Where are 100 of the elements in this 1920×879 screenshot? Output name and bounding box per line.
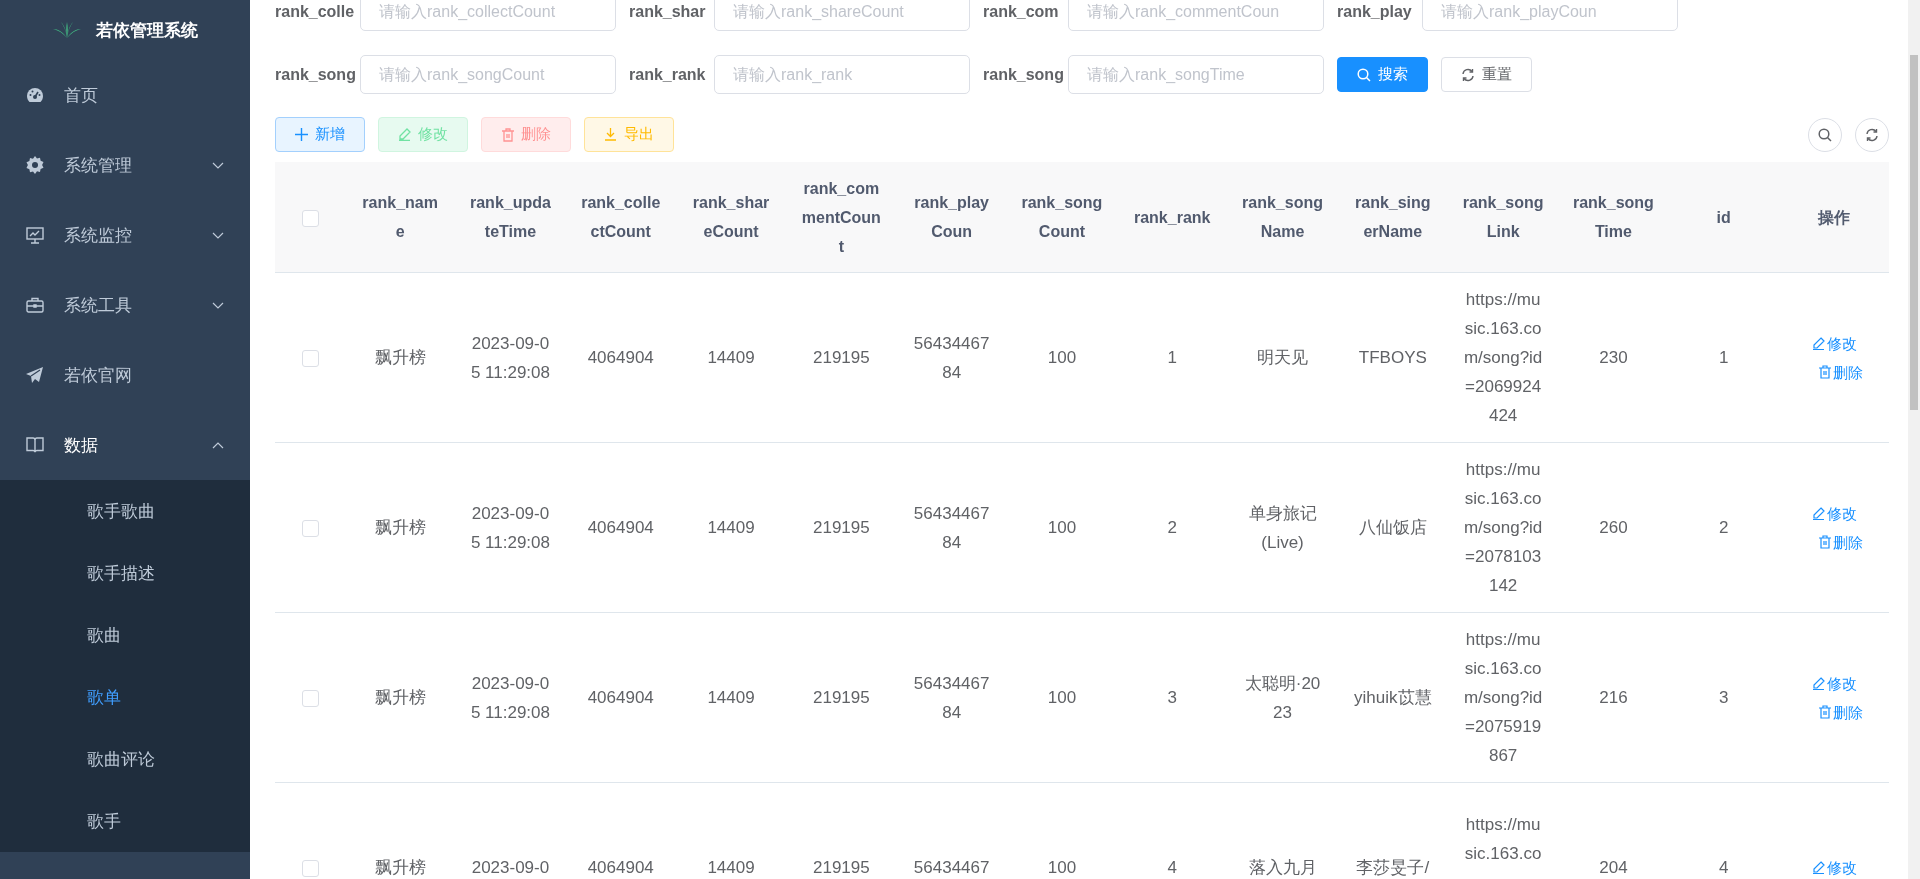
table-cell: https://music.163.com/song?id=2075919867 — [1463, 630, 1543, 765]
pencil-icon — [1811, 506, 1825, 520]
table-cell: 3 — [1167, 688, 1177, 707]
scrollbar[interactable] — [1908, 0, 1920, 879]
field-label: rank_com — [983, 2, 1060, 21]
trash-icon — [1819, 705, 1831, 719]
refresh-icon — [1865, 127, 1879, 142]
trash-icon — [501, 127, 514, 142]
search-toggle-button[interactable] — [1808, 117, 1842, 152]
add-button[interactable]: 新增 — [275, 117, 365, 152]
menu-item[interactable]: 若依官网 — [0, 340, 250, 410]
search-field[interactable]: 请输入rank_songTime — [1068, 55, 1324, 94]
trash-icon — [1819, 365, 1831, 379]
monitor-icon — [26, 226, 44, 244]
edit-link[interactable]: 修改 — [1811, 503, 1857, 523]
table-cell: 219195 — [812, 688, 870, 707]
table-cell: 3 — [1718, 688, 1729, 707]
field-label: rank_song — [983, 65, 1065, 84]
menu-item[interactable]: 系统监控 — [0, 200, 250, 270]
pencil-icon — [1811, 336, 1825, 350]
table-cell: 219195 — [812, 348, 870, 367]
submenu-item[interactable]: 歌曲评论 — [0, 728, 250, 790]
search-icon — [1357, 67, 1371, 82]
column-header: 操作 — [1778, 162, 1890, 273]
column-header: rank_songLink — [1447, 162, 1559, 273]
table-cell: yihuik苡慧 — [1354, 688, 1432, 707]
edit-link[interactable]: 修改 — [1811, 673, 1857, 693]
field-label: rank_colle — [275, 2, 356, 21]
table-cell: 230 — [1599, 348, 1628, 367]
table-cell: 5643446784 — [913, 333, 990, 382]
submenu-item[interactable]: 歌手描述 — [0, 542, 250, 604]
menu-item[interactable]: 系统工具 — [0, 270, 250, 340]
dashboard-icon — [26, 87, 44, 103]
search-field[interactable]: 请输入rank_collectCount — [360, 0, 616, 31]
gear-icon — [26, 156, 44, 174]
table-cell: 219195 — [812, 858, 870, 877]
table-cell: https://music.163.co — [1464, 814, 1542, 863]
table-cell: 4 — [1167, 858, 1177, 877]
search-button[interactable]: 搜索 — [1337, 57, 1428, 92]
checkbox[interactable] — [301, 860, 319, 877]
search-field[interactable]: 请输入rank_songCount — [360, 55, 616, 94]
delete-link[interactable]: 删除 — [1819, 362, 1863, 382]
column-header: id — [1668, 162, 1779, 273]
search-field[interactable]: 请输入rank_rank — [714, 55, 970, 94]
paper-plane-icon — [26, 366, 44, 384]
submenu-item[interactable]: 歌单 — [0, 666, 250, 728]
table-cell: 2023-09-05 11:29:08 — [470, 673, 550, 722]
refresh-button[interactable] — [1855, 117, 1889, 152]
search-field[interactable]: 请输入rank_commentCoun — [1068, 0, 1324, 31]
trash-icon — [1819, 535, 1831, 549]
column-header: rank_commentCount — [786, 162, 897, 273]
column-header: rank_name — [345, 162, 456, 273]
search-field[interactable]: 请输入rank_playCoun — [1422, 0, 1678, 31]
table-cell: 4064904 — [587, 858, 654, 877]
column-header: rank_playCoun — [896, 162, 1007, 273]
table-cell: 14409 — [707, 688, 755, 707]
column-header: rank_collectCount — [565, 162, 676, 273]
edit-link[interactable]: 修改 — [1811, 333, 1857, 353]
table-cell: 56434467 — [913, 858, 990, 877]
plus-icon — [295, 128, 308, 141]
checkbox[interactable] — [301, 520, 319, 537]
checkbox[interactable] — [301, 209, 319, 227]
submenu-item[interactable]: 歌手 — [0, 790, 250, 852]
briefcase-icon — [26, 297, 44, 313]
table-cell: 明天见 — [1257, 348, 1308, 367]
reset-button[interactable]: 重置 — [1441, 57, 1532, 92]
menu-item[interactable]: 数据 — [0, 410, 250, 480]
field-label: rank_play — [1337, 2, 1413, 21]
delete-link[interactable]: 删除 — [1819, 702, 1863, 722]
search-icon — [1818, 127, 1832, 142]
delete-link[interactable]: 删除 — [1819, 532, 1863, 552]
table-cell: 1 — [1167, 348, 1177, 367]
edit-link[interactable]: 修改 — [1811, 858, 1857, 877]
menu-item[interactable]: 系统管理 — [0, 130, 250, 200]
table-cell: 单身旅记(Live) — [1248, 503, 1317, 552]
pencil-icon — [1811, 676, 1825, 690]
table-cell: 100 — [1047, 518, 1077, 537]
column-header: rank_rank — [1117, 162, 1228, 273]
table-cell: 太聪明·2023 — [1244, 673, 1321, 722]
field-label: rank_song — [275, 65, 357, 84]
pencil-icon — [1811, 861, 1825, 874]
column-header: rank_updateTime — [455, 162, 566, 273]
app-title: 若依管理系统 — [96, 19, 198, 42]
table-cell: 5643446784 — [913, 503, 990, 552]
checkbox[interactable] — [301, 350, 319, 367]
table-cell: 14409 — [707, 858, 755, 877]
book-icon — [26, 437, 44, 453]
field-label: rank_rank — [629, 65, 707, 84]
search-field[interactable]: 请输入rank_shareCount — [714, 0, 970, 31]
download-icon — [604, 128, 617, 141]
pencil-icon — [398, 128, 411, 141]
submenu-item[interactable]: 歌曲 — [0, 604, 250, 666]
table-cell: 4064904 — [587, 348, 654, 367]
table-cell: TFBOYS — [1358, 348, 1427, 367]
submenu-item[interactable]: 歌手歌曲 — [0, 480, 250, 542]
checkbox[interactable] — [301, 690, 319, 707]
table-cell: 204 — [1599, 858, 1628, 877]
menu-item[interactable]: 首页 — [0, 60, 250, 130]
table-cell: 100 — [1047, 688, 1077, 707]
column-header: rank_songCount — [1006, 162, 1118, 273]
